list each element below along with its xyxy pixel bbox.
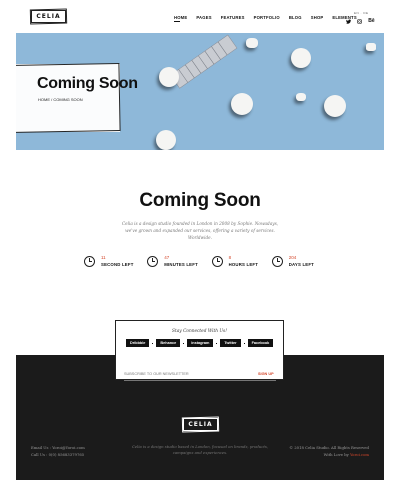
pill-shape bbox=[291, 48, 311, 68]
nav-item-pages[interactable]: PAGES bbox=[196, 15, 211, 20]
pill-fragment bbox=[366, 43, 376, 51]
footer-logo[interactable]: CELIA bbox=[183, 418, 218, 431]
page-description: Celia is a design studio founded in Lond… bbox=[121, 221, 279, 240]
clock-icon bbox=[271, 255, 283, 267]
footer-credit-link[interactable]: Yoroi.com bbox=[350, 452, 369, 457]
newsletter-input[interactable]: SUBSCRIBE TO OUR NEWSLETTER bbox=[124, 372, 189, 376]
countdown-value: 11 bbox=[101, 255, 106, 260]
clock-icon bbox=[211, 255, 223, 267]
countdown-days: 204 DAYS LEFT bbox=[271, 255, 314, 267]
newsletter-input-underline bbox=[124, 380, 276, 381]
footer-credit-prefix: With Love by bbox=[323, 452, 350, 457]
instagram-icon[interactable] bbox=[357, 19, 362, 24]
pill-shape bbox=[231, 93, 253, 115]
countdown-label: HOURS LEFT bbox=[228, 262, 259, 267]
hero-title: Coming Soon bbox=[37, 75, 138, 92]
pill-shape bbox=[159, 67, 179, 87]
twitter-icon[interactable] bbox=[346, 19, 351, 24]
pill-fragment bbox=[296, 93, 306, 101]
footer-credit: With Love by Yoroi.com bbox=[289, 451, 369, 458]
nav-item-shop[interactable]: SHOP bbox=[311, 15, 324, 20]
breadcrumb[interactable]: HOME / COMING SOON bbox=[38, 97, 83, 102]
connect-title: Stay Connected With Us! bbox=[172, 329, 227, 334]
countdown-minutes: 47 MINUTES LEFT bbox=[147, 255, 198, 267]
countdown-label: MINUTES LEFT bbox=[164, 262, 198, 267]
twitter-link[interactable]: Twitter bbox=[220, 339, 241, 347]
clock-icon bbox=[147, 255, 159, 267]
main-nav: HOME PAGES FEATURES PORTFOLIO BLOG SHOP … bbox=[174, 15, 357, 22]
countdown-value: 8 bbox=[228, 255, 232, 260]
countdown-value: 204 bbox=[288, 255, 297, 260]
language-switcher[interactable]: EN · DE bbox=[354, 11, 369, 15]
separator-dot bbox=[183, 342, 185, 344]
facebook-link[interactable]: Facebook bbox=[247, 339, 274, 347]
pill-fragment bbox=[246, 38, 258, 48]
countdown: 11 SECOND LEFT 47 MINUTES LEFT 8 HOURS L… bbox=[84, 255, 314, 267]
footer-description: Celia is a design studio based in London… bbox=[131, 444, 269, 455]
nav-item-features[interactable]: FEATURES bbox=[221, 15, 245, 20]
footer-copyright-block: © 2018 Celia Studio. All Rights Reserved… bbox=[289, 444, 369, 458]
pill-shape bbox=[324, 95, 346, 117]
countdown-label: SECOND LEFT bbox=[101, 262, 134, 267]
clock-icon bbox=[84, 255, 95, 267]
behance-icon[interactable]: Bē bbox=[368, 19, 375, 24]
pill-shape bbox=[156, 130, 176, 150]
behance-link[interactable]: Behance bbox=[156, 339, 181, 347]
countdown-label: DAYS LEFT bbox=[288, 262, 314, 267]
separator-dot bbox=[216, 342, 218, 344]
signup-button[interactable]: SIGN UP bbox=[258, 372, 274, 376]
nav-item-blog[interactable]: BLOG bbox=[289, 15, 302, 20]
countdown-seconds: 11 SECOND LEFT bbox=[84, 255, 134, 267]
nav-item-portfolio[interactable]: PORTFOLIO bbox=[254, 15, 280, 20]
footer-copyright: © 2018 Celia Studio. All Rights Reserved bbox=[289, 445, 369, 450]
nav-item-home[interactable]: HOME bbox=[174, 15, 187, 22]
countdown-hours: 8 HOURS LEFT bbox=[211, 255, 259, 267]
separator-dot bbox=[152, 342, 154, 344]
dribbble-link[interactable]: Dribbble bbox=[126, 339, 150, 347]
instagram-link[interactable]: Instagram bbox=[187, 339, 214, 347]
page-title: Coming Soon bbox=[139, 190, 261, 211]
site-header: CELIA HOME PAGES FEATURES PORTFOLIO BLOG… bbox=[0, 0, 400, 33]
footer-contact: Email Us : Yoroi@Yoroi.com Call Us : 0(0… bbox=[31, 444, 85, 458]
site-logo[interactable]: CELIA bbox=[31, 10, 66, 23]
header-social-icons: Bē bbox=[346, 19, 375, 24]
separator-dot bbox=[243, 342, 245, 344]
footer-email[interactable]: Email Us : Yoroi@Yoroi.com bbox=[31, 444, 85, 451]
social-connect-box: Stay Connected With Us! Dribbble Behance… bbox=[115, 320, 284, 380]
countdown-value: 47 bbox=[164, 255, 170, 260]
footer-phone[interactable]: Call Us : 0(0) 85683379765 bbox=[31, 451, 85, 458]
social-links: Dribbble Behance Instagram Twitter Faceb… bbox=[126, 339, 274, 347]
